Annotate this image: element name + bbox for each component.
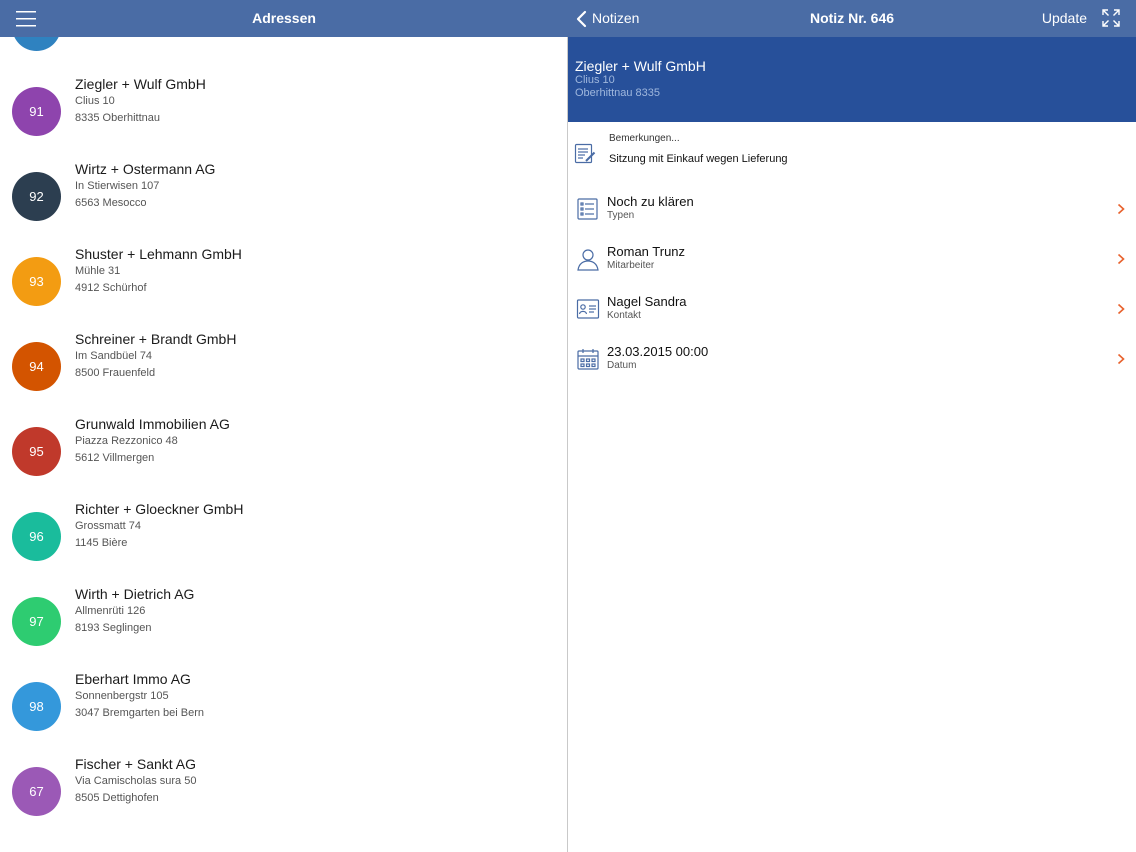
contact-card-icon [576,297,600,321]
address-street: Sonnenbergstr 105 [75,690,169,702]
address-city: 3047 Bremgarten bei Bern [75,707,205,719]
address-list-pane: 90Furst + Nagel AGHauptstrasse 482857 Mo… [0,0,568,852]
address-name: Eberhart Immo AG [75,671,191,687]
detail-item-title: Noch zu klären [607,194,694,209]
note-detail-pane: Notizen Notiz Nr. 646 Update Ziegler + W… [568,0,1136,852]
avatar: 95 [12,427,61,476]
detail-item-title: Nagel Sandra [607,294,687,309]
address-list-item[interactable]: 98 Eberhart Immo AG Sonnenbergstr 105 3047 … [0,655,568,740]
company-city: Oberhittnau 8335 [575,87,661,99]
address-name: Ziegler + Wulf GmbH [75,76,206,92]
address-street: In Stierwisen 107 [75,180,160,192]
address-street: Grossmatt 74 [75,520,142,532]
address-list: 90Furst + Nagel AGHauptstrasse 482857 Mo… [0,0,568,825]
address-name: Schreiner + Brandt GmbH [75,331,237,347]
address-name: Shuster + Lehmann GmbH [75,246,242,262]
chevron-right-icon [1117,353,1125,365]
chevron-right-icon [1117,253,1125,265]
address-street: Clius 10 [75,95,115,107]
chevron-left-icon [576,10,587,27]
address-list-item[interactable]: 92 Wirtz + Ostermann AG In Stierwisen 107 6… [0,145,568,230]
detail-item-title: Roman Trunz [607,244,686,259]
detail-item-subtitle: Kontakt [607,310,641,321]
address-city: 8500 Frauenfeld [75,367,156,379]
update-button[interactable]: Update [1042,0,1087,37]
address-name: Wirtz + Ostermann AG [75,161,216,177]
address-city: 4912 Schürhof [75,282,147,294]
edit-note-icon [574,143,596,170]
address-list-item[interactable]: 91 Ziegler + Wulf GmbH Clius 10 8335 Oberhi… [0,60,568,145]
company-street: Clius 10 [575,74,615,86]
address-city: 8505 Dettighofen [75,792,159,804]
remarks-label: Bemerkungen... [609,133,680,144]
detail-item-subtitle: Typen [607,210,635,221]
detail-item-contact[interactable]: Nagel Sandra Kontakt [568,285,1136,335]
detail-item-date[interactable]: 23.03.2015 00:00 Datum [568,335,1136,385]
address-street: Via Camischolas sura 50 [75,775,197,787]
address-street: Mühle 31 [75,265,121,277]
person-icon [576,247,600,271]
chevron-right-icon [1117,303,1125,315]
address-name: Grunwald Immobilien AG [75,416,230,432]
address-name: Fischer + Sankt AG [75,756,196,772]
company-name: Ziegler + Wulf GmbH [575,58,706,74]
address-name: Wirth + Dietrich AG [75,586,195,602]
list-icon [576,197,600,221]
avatar: 97 [12,597,61,646]
detail-item-employee[interactable]: Roman Trunz Mitarbeiter [568,235,1136,285]
remarks-field[interactable]: Bemerkungen... Sitzung mit Einkauf wegen… [568,122,1136,178]
chevron-right-icon [1117,203,1125,215]
address-city: 6563 Mesocco [75,197,147,209]
right-nav-bar: Notizen Notiz Nr. 646 Update [568,0,1136,37]
address-city: 5612 Villmergen [75,452,155,464]
address-street: Piazza Rezzonico 48 [75,435,178,447]
address-street: Allmenrüti 126 [75,605,146,617]
address-list-item[interactable]: 97 Wirth + Dietrich AG Allmenrüti 126 8193 … [0,570,568,655]
avatar: 67 [12,767,61,816]
avatar: 94 [12,342,61,391]
avatar: 91 [12,87,61,136]
back-button[interactable]: Notizen [576,0,639,37]
back-button-label: Notizen [592,10,640,26]
left-nav-bar: Adressen [0,0,568,37]
address-city: 8335 Oberhittnau [75,112,161,124]
remarks-text: Sitzung mit Einkauf wegen Lieferung [609,153,788,165]
detail-item-title: 23.03.2015 00:00 [607,344,709,359]
avatar: 93 [12,257,61,306]
avatar: 96 [12,512,61,561]
detail-item-subtitle: Datum [607,360,637,371]
detail-item-type[interactable]: Noch zu klären Typen [568,185,1136,235]
address-list-item[interactable]: 93 Shuster + Lehmann GmbH Mühle 31 4912 Sch… [0,230,568,315]
detail-item-subtitle: Mitarbeiter [607,260,655,271]
address-list-item[interactable]: 94 Schreiner + Brandt GmbH Im Sandbüel 74 8… [0,315,568,400]
address-city: 8193 Seglingen [75,622,152,634]
company-header: Ziegler + Wulf GmbH Clius 10 Oberhittnau… [568,37,1136,122]
address-street: Im Sandbüel 74 [75,350,153,362]
expand-icon[interactable] [1102,9,1120,27]
address-list-item[interactable]: 96 Richter + Gloeckner GmbH Grossmatt 74 11… [0,485,568,570]
avatar: 92 [12,172,61,221]
address-city: 1145 Bière [75,537,128,549]
left-pane-title: Adressen [252,10,316,26]
avatar: 98 [12,682,61,731]
address-name: Richter + Gloeckner GmbH [75,501,244,517]
calendar-icon [576,347,600,371]
address-list-item[interactable]: 67 Fischer + Sankt AG Via Camischolas sura… [0,740,568,825]
address-list-item[interactable]: 95 Grunwald Immobilien AG Piazza Rezzonico… [0,400,568,485]
